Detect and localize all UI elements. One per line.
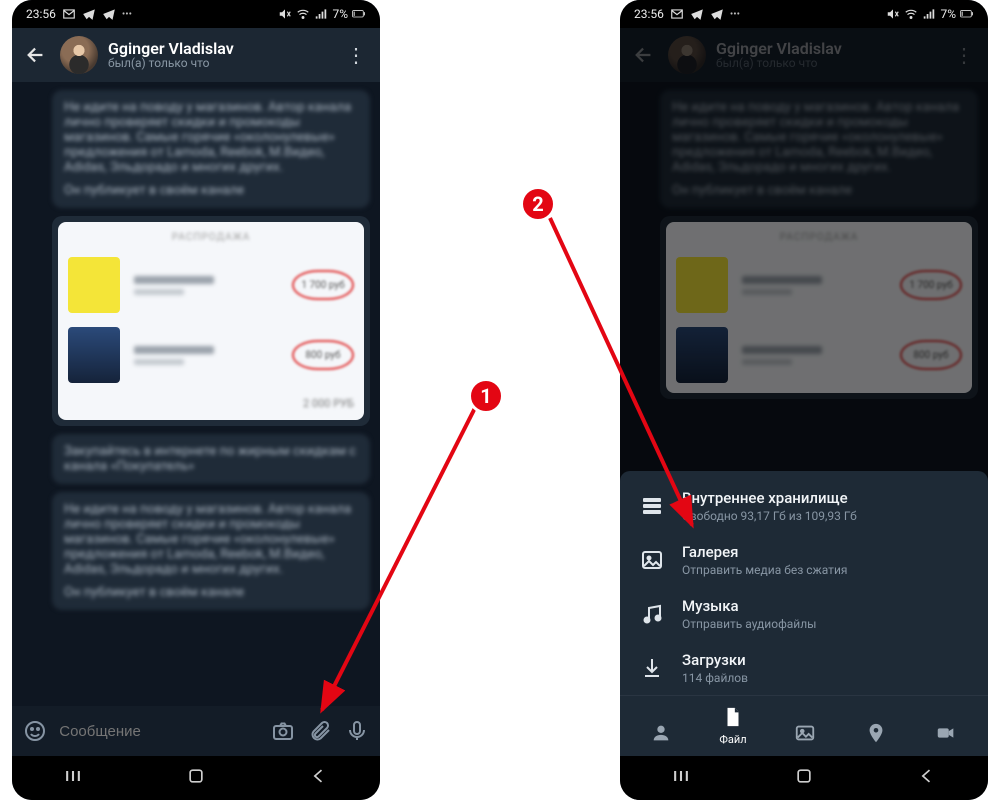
sheet-item-label: Внутреннее хранилище xyxy=(682,489,857,507)
chat-header: Gginger Vladislav был(а) только что ⋮ xyxy=(620,28,988,82)
wifi-icon xyxy=(296,7,310,21)
contact-name: Gginger Vladislav xyxy=(108,40,332,58)
mute-icon xyxy=(278,7,292,21)
sheet-item-sub: Свободно 93,17 Гб из 109,93 Гб xyxy=(682,509,857,523)
message-bubble: Не идите на поводу у магазинов. Автор ка… xyxy=(660,90,978,208)
telegram-icon xyxy=(710,7,724,21)
recents-button[interactable] xyxy=(671,766,691,790)
battery-icon xyxy=(960,7,974,21)
phone-left: 23:56 ••• xyxy=(12,0,380,800)
emoji-icon[interactable] xyxy=(22,717,47,745)
status-bar: 23:56 ••• xyxy=(12,0,380,28)
message-bubble[interactable]: Не идите на поводу у магазинов. Автор ка… xyxy=(52,90,370,208)
tab-contact[interactable] xyxy=(648,720,674,746)
location-icon xyxy=(863,720,889,746)
person-icon xyxy=(648,720,674,746)
annotation-badge-2: 2 xyxy=(520,186,556,222)
battery-icon xyxy=(352,7,366,21)
sheet-item-downloads[interactable]: Загрузки 114 файлов xyxy=(620,641,988,695)
tab-camera[interactable] xyxy=(933,720,959,746)
battery-text: 7% xyxy=(332,7,348,21)
attach-icon[interactable] xyxy=(308,717,333,745)
price-circle: 1 700 руб xyxy=(292,270,354,300)
product-thumb xyxy=(676,327,728,383)
status-time: 23:56 xyxy=(26,7,56,21)
image-icon xyxy=(792,720,818,746)
avatar[interactable] xyxy=(668,36,706,74)
mail-icon xyxy=(62,7,76,21)
sheet-item-sub: 114 файлов xyxy=(682,671,748,685)
signal-icon xyxy=(314,7,328,21)
product-thumb xyxy=(68,327,120,383)
price-circle: 800 руб xyxy=(292,340,354,370)
composer-bar xyxy=(12,706,380,756)
contact-status: был(а) только что xyxy=(108,57,332,70)
sheet-item-storage[interactable]: Внутреннее хранилище Свободно 93,17 Гб и… xyxy=(620,479,988,533)
menu-button[interactable]: ⋮ xyxy=(342,43,370,67)
message-bubble[interactable]: Не идите на поводу у магазинов. Автор ка… xyxy=(52,492,370,610)
mail-icon xyxy=(670,7,684,21)
music-icon xyxy=(638,600,666,628)
contact-status: был(а) только что xyxy=(716,57,940,70)
tab-gallery[interactable] xyxy=(792,720,818,746)
chat-title-area[interactable]: Gginger Vladislav был(а) только что xyxy=(108,40,332,71)
price-circle: 800 руб xyxy=(900,340,962,370)
image-icon xyxy=(638,546,666,574)
more-indicator: ••• xyxy=(122,9,132,20)
telegram-icon xyxy=(102,7,116,21)
file-icon xyxy=(720,704,746,730)
home-button[interactable] xyxy=(794,766,814,790)
tab-file[interactable]: Файл xyxy=(719,704,746,746)
battery-text: 7% xyxy=(940,7,956,21)
contact-name: Gginger Vladislav xyxy=(716,40,940,58)
home-button[interactable] xyxy=(186,766,206,790)
avatar[interactable] xyxy=(60,36,98,74)
sheet-item-label: Галерея xyxy=(682,543,847,561)
back-nav-button[interactable] xyxy=(309,766,329,790)
sheet-item-sub: Отправить аудиофайлы xyxy=(682,617,816,631)
message-card: РАСПРОДАЖА 1 700 руб 800 руб xyxy=(660,216,978,399)
back-nav-button[interactable] xyxy=(917,766,937,790)
annotation-badge-1: 1 xyxy=(468,378,504,414)
status-time: 23:56 xyxy=(634,7,664,21)
back-button[interactable] xyxy=(22,41,50,69)
sheet-item-label: Загрузки xyxy=(682,651,748,669)
telegram-icon xyxy=(690,7,704,21)
message-bubble[interactable]: Закупайтесь в интернете по жирным скидка… xyxy=(52,434,370,484)
android-nav xyxy=(12,756,380,800)
phone-right: 23:56 ••• 7% Gginger Vladislav был(а xyxy=(620,0,988,800)
telegram-icon xyxy=(82,7,96,21)
signal-icon xyxy=(922,7,936,21)
recents-button[interactable] xyxy=(63,766,83,790)
tab-location[interactable] xyxy=(863,720,889,746)
wifi-icon xyxy=(904,7,918,21)
sheet-item-label: Музыка xyxy=(682,597,816,615)
more-indicator: ••• xyxy=(730,9,740,20)
product-thumb xyxy=(676,257,728,313)
sheet-tabs: Файл xyxy=(620,695,988,756)
sheet-item-sub: Отправить медиа без сжатия xyxy=(682,563,847,577)
message-card[interactable]: РАСПРОДАЖА 1 700 руб 800 руб 2 000 РУБ xyxy=(52,216,370,426)
android-nav xyxy=(620,756,988,800)
sheet-item-music[interactable]: Музыка Отправить аудиофайлы xyxy=(620,587,988,641)
tab-label: Файл xyxy=(719,733,746,746)
mute-icon xyxy=(886,7,900,21)
menu-button[interactable]: ⋮ xyxy=(950,43,978,67)
product-thumb xyxy=(68,257,120,313)
camera-icon[interactable] xyxy=(270,717,295,745)
attach-sheet: Внутреннее хранилище Свободно 93,17 Гб и… xyxy=(620,471,988,756)
status-bar: 23:56 ••• 7% xyxy=(620,0,988,28)
chat-title-area[interactable]: Gginger Vladislav был(а) только что xyxy=(716,40,940,71)
price-circle: 1 700 руб xyxy=(900,270,962,300)
chat-body[interactable]: Не идите на поводу у магазинов. Автор ка… xyxy=(12,82,380,706)
download-icon xyxy=(638,654,666,682)
videocam-icon xyxy=(933,720,959,746)
chat-header: Gginger Vladislav был(а) только что ⋮ xyxy=(12,28,380,82)
storage-icon xyxy=(638,492,666,520)
mic-icon[interactable] xyxy=(345,717,370,745)
back-button[interactable] xyxy=(630,41,658,69)
message-input[interactable] xyxy=(59,723,258,740)
sheet-item-gallery[interactable]: Галерея Отправить медиа без сжатия xyxy=(620,533,988,587)
